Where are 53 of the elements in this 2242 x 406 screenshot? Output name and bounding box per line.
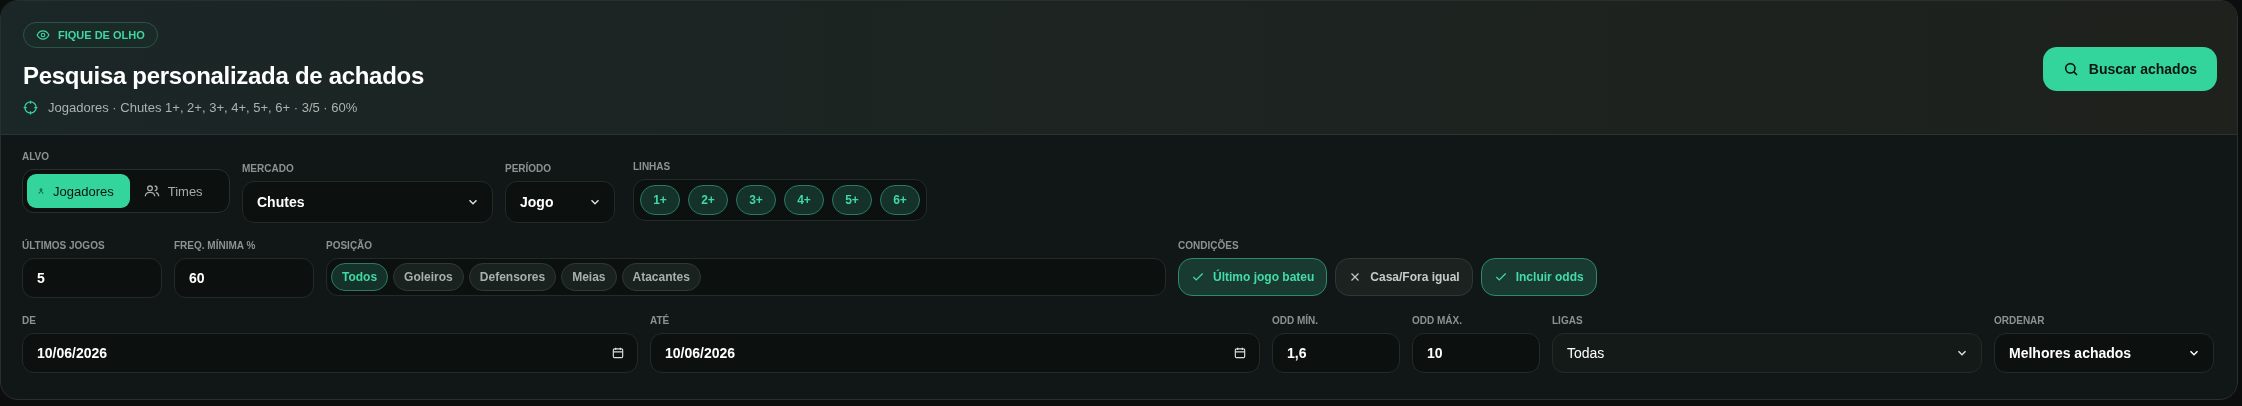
calendar-icon <box>611 346 625 360</box>
filter-chip[interactable]: 1+ <box>640 185 680 215</box>
filter-chip[interactable]: 5+ <box>832 185 872 215</box>
dropdown[interactable]: Jogo <box>505 181 615 223</box>
badge-label: FIQUE DE OLHO <box>58 29 145 41</box>
date-field[interactable]: 10/06/2026 <box>22 333 638 373</box>
filter-chip[interactable]: 3+ <box>736 185 776 215</box>
calendar-icon <box>1233 346 1247 360</box>
field-label: DE <box>22 315 37 326</box>
field-label: ALVO <box>22 151 51 162</box>
dropdown[interactable]: Todas <box>1552 333 1982 373</box>
page-title: Pesquisa personalizada de achados <box>23 62 424 90</box>
dropdown[interactable]: Melhores achados <box>1994 333 2214 373</box>
field-label: ODD MÍN. <box>1272 315 1320 326</box>
toggle-chip[interactable]: Incluir odds <box>1480 258 1597 296</box>
input-field[interactable]: 60 <box>174 258 314 298</box>
field-label: ORDENAR <box>1994 315 2046 326</box>
field-label: LINHAS <box>633 161 672 172</box>
filter-chip[interactable]: Defensores <box>468 263 557 291</box>
field-label: FREQ. MÍNIMA % <box>174 240 257 251</box>
filter-chip[interactable]: 2+ <box>688 185 728 215</box>
toggle-chip[interactable]: Último jogo bateu <box>1178 258 1328 296</box>
filter-chip[interactable]: 4+ <box>784 185 824 215</box>
eye-icon <box>36 28 50 42</box>
field-label: ÚLTIMOS JOGOS <box>22 240 106 251</box>
person-icon <box>37 187 45 195</box>
filter-chip[interactable]: 6+ <box>880 185 920 215</box>
field-label: PERÍODO <box>505 163 553 174</box>
filter-chip[interactable]: Meias <box>561 263 617 291</box>
search-button[interactable]: Buscar achados <box>2042 46 2217 91</box>
toggle-chip[interactable]: Casa/Fora igual <box>1335 258 1473 296</box>
people-icon <box>143 183 160 199</box>
input-field[interactable]: 10 <box>1412 333 1540 373</box>
field-label: CONDIÇÕES <box>1178 240 1240 251</box>
field-label: LIGAS <box>1552 315 1584 326</box>
input-field[interactable]: 1,6 <box>1272 333 1400 373</box>
filter-chip[interactable]: Atacantes <box>621 263 701 291</box>
field-label: MERCADO <box>242 163 295 174</box>
summary-text: Jogadores · Chutes 1+, 2+, 3+, 4+, 5+, 6+ · 3/5 · 60% <box>48 100 358 115</box>
segment-option[interactable]: Jogadores <box>27 174 130 208</box>
filter-chip[interactable]: Goleiros <box>393 263 464 291</box>
field-label: ATÉ <box>650 315 671 326</box>
search-icon <box>2062 60 2079 77</box>
input-field[interactable]: 5 <box>22 258 162 298</box>
check-icon <box>1493 270 1508 284</box>
filter-chip[interactable]: Todos <box>331 263 389 291</box>
crosshair-icon <box>23 100 38 115</box>
field-label: POSIÇÃO <box>326 240 374 251</box>
segment-option[interactable]: Times <box>133 174 219 208</box>
dropdown[interactable]: Chutes <box>242 181 493 223</box>
check-icon <box>1191 270 1205 284</box>
date-field[interactable]: 10/06/2026 <box>650 333 1260 373</box>
field-label: ODD MÁX. <box>1412 315 1463 326</box>
